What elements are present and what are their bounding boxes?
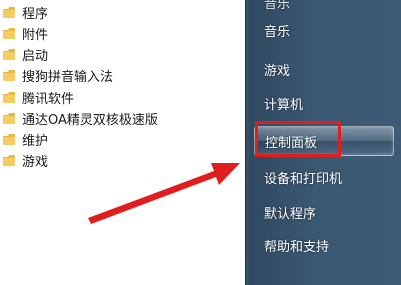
annotation-arrow: [88, 163, 240, 224]
